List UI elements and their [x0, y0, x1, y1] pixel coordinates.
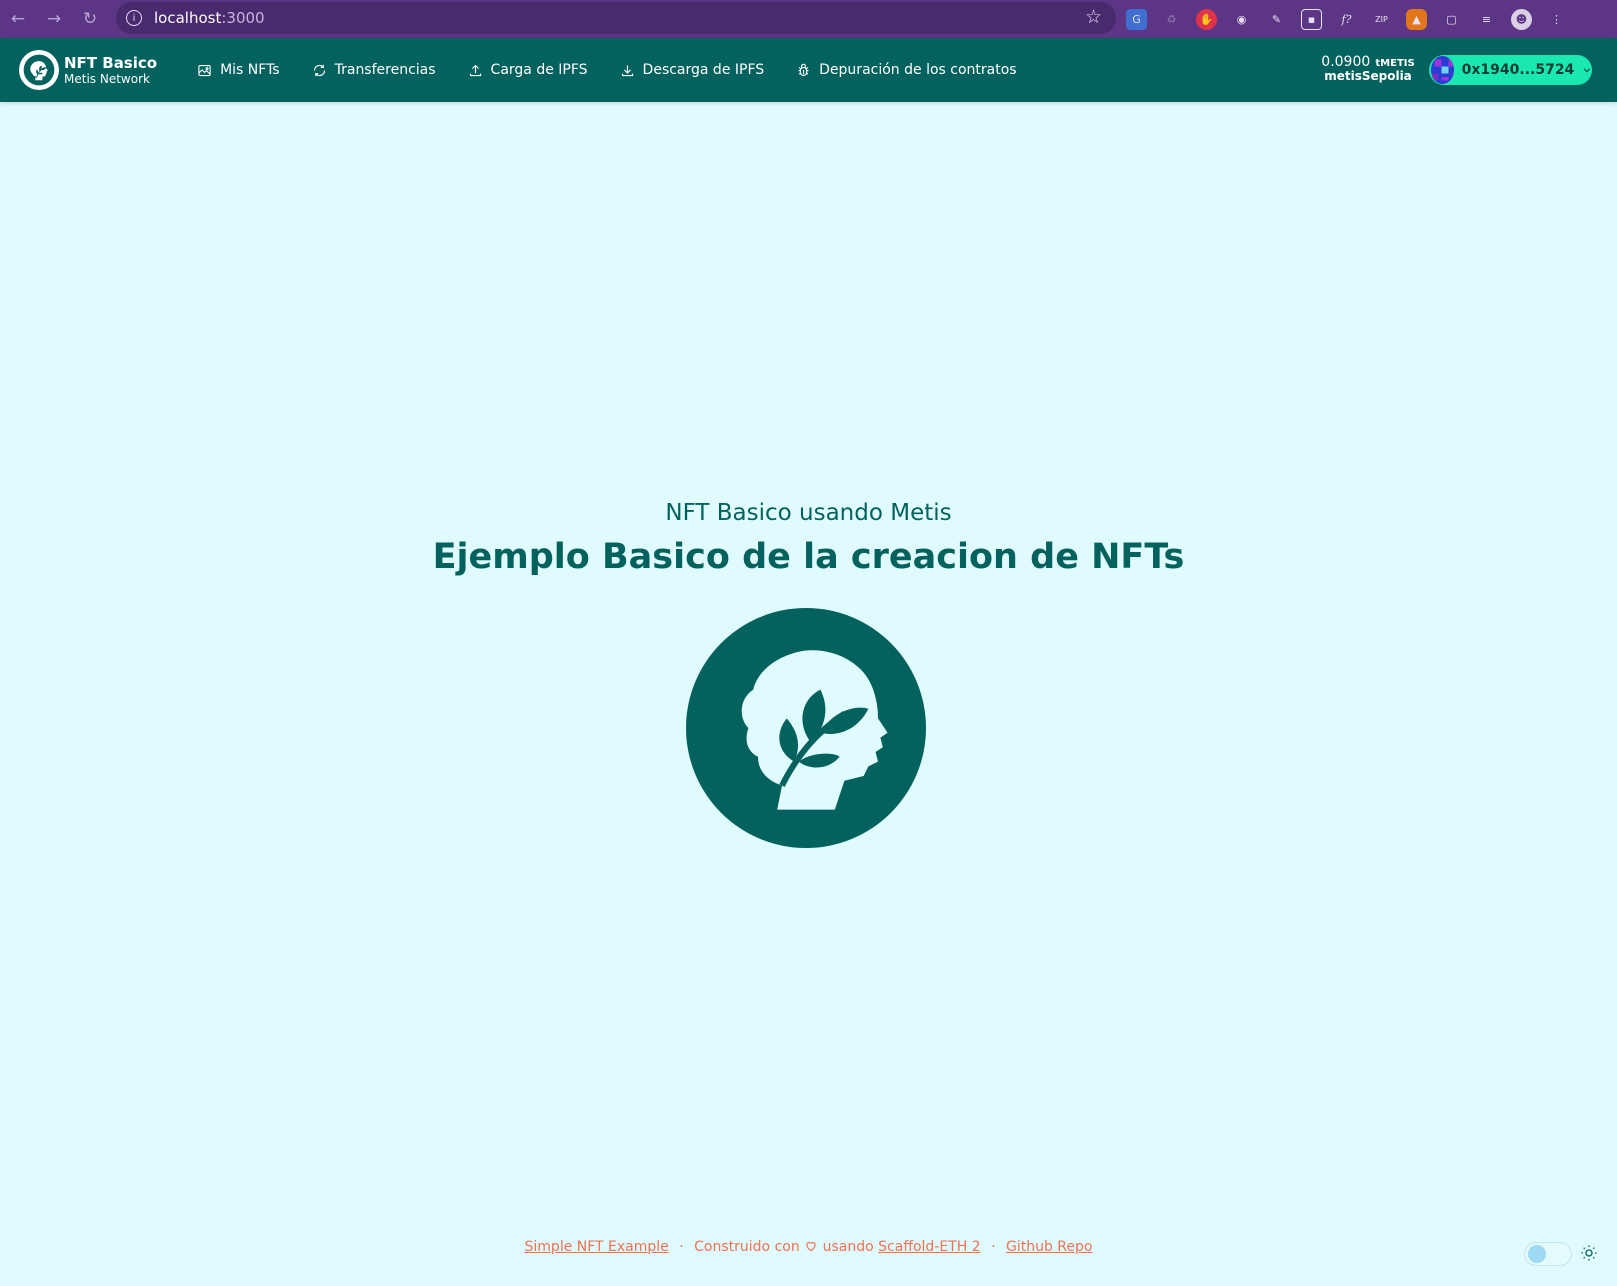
- zip-icon[interactable]: ZIP: [1371, 9, 1392, 30]
- brand-logo-icon: [19, 50, 59, 90]
- refresh-icon: [313, 64, 325, 76]
- toggle-knob: [1528, 1245, 1546, 1263]
- wallet-balance: 0.0900 tMETIS metisSepolia: [1318, 52, 1418, 84]
- metamask-icon[interactable]: ▲: [1406, 8, 1427, 30]
- brand-subtitle: Metis Network: [64, 71, 150, 86]
- formula-icon[interactable]: f?: [1336, 9, 1357, 30]
- recycle-icon[interactable]: ♻: [1161, 9, 1182, 30]
- extensions-bar: G ♻ ✋ ◉ ✎ ▪ f? ZIP ▲ ▢ ≡ ☻ ⋮: [1126, 0, 1567, 38]
- nav-label: Depuración de los contratos: [819, 62, 1017, 78]
- brand-title: NFT Basico: [64, 53, 158, 72]
- balance-amount: 0.0900: [1321, 54, 1371, 70]
- nav-label: Mis NFTs: [220, 62, 280, 78]
- download-icon: [621, 65, 633, 76]
- nav-depuracion-contratos[interactable]: Depuración de los contratos: [780, 54, 1032, 86]
- footer: Simple NFT Example · Construido con usan…: [0, 1239, 1617, 1255]
- reading-list-icon[interactable]: ≡: [1476, 9, 1497, 30]
- github-repo-link[interactable]: Github Repo: [1006, 1239, 1092, 1255]
- stop-icon[interactable]: ✋: [1196, 8, 1217, 30]
- url-port: :3000: [221, 9, 265, 27]
- pen-icon[interactable]: ✎: [1266, 9, 1287, 30]
- simple-nft-example-link[interactable]: Simple NFT Example: [525, 1239, 669, 1255]
- metis-logo-icon: [686, 608, 926, 848]
- brand[interactable]: NFT Basico Metis Network: [19, 50, 157, 90]
- heart-icon: [806, 1242, 816, 1252]
- network-name: metisSepolia: [1324, 69, 1412, 84]
- url-host: localhost: [154, 9, 222, 27]
- using-text: usando: [822, 1239, 874, 1255]
- camera-icon[interactable]: ◉: [1231, 9, 1252, 30]
- upload-icon: [469, 64, 481, 76]
- address-bar[interactable]: i localhost:3000 ☆: [116, 2, 1116, 34]
- puzzle-icon[interactable]: ▢: [1441, 9, 1462, 30]
- scaffold-eth-link[interactable]: Scaffold-ETH 2: [878, 1239, 980, 1255]
- main-nav: Mis NFTs Transferencias Carga de IPFS De…: [181, 54, 1033, 86]
- hero-section: NFT Basico usando Metis Ejemplo Basico d…: [0, 102, 1617, 1242]
- nav-mis-nfts[interactable]: Mis NFTs: [181, 54, 296, 86]
- forward-icon[interactable]: →: [36, 0, 72, 38]
- hero-subtitle: NFT Basico usando Metis: [665, 500, 952, 526]
- star-icon[interactable]: ☆: [1085, 6, 1102, 28]
- footer-separator: ·: [679, 1239, 684, 1255]
- back-icon[interactable]: ←: [0, 0, 36, 38]
- balance-unit: tMETIS: [1375, 58, 1415, 69]
- sun-icon: [1581, 1245, 1597, 1261]
- wallet-button[interactable]: 0x1940...5724: [1429, 55, 1592, 85]
- theme-toggle[interactable]: [1524, 1242, 1572, 1266]
- bug-icon: [798, 63, 809, 76]
- nav-label: Carga de IPFS: [490, 62, 588, 78]
- hero-title: Ejemplo Basico de la creacion de NFTs: [432, 537, 1185, 577]
- nav-transferencias[interactable]: Transferencias: [296, 54, 452, 86]
- nav-label: Transferencias: [334, 62, 436, 78]
- built-with-text: Construido con: [694, 1239, 800, 1255]
- image-icon: [198, 64, 211, 76]
- info-icon[interactable]: i: [126, 10, 142, 26]
- nav-label: Descarga de IPFS: [642, 62, 765, 78]
- menu-icon[interactable]: ⋮: [1546, 9, 1567, 30]
- app-header: NFT Basico Metis Network Mis NFTs Transf…: [0, 38, 1617, 102]
- nav-carga-ipfs[interactable]: Carga de IPFS: [452, 54, 604, 86]
- wallet-address: 0x1940...5724: [1461, 62, 1575, 78]
- avatar: [1431, 56, 1454, 84]
- reload-icon[interactable]: ↻: [72, 0, 108, 38]
- chevron-down-icon: [1583, 68, 1591, 73]
- browser-toolbar: ← → ↻ i localhost:3000 ☆ G ♻ ✋ ◉ ✎ ▪ f? …: [0, 0, 1617, 38]
- picture-in-picture-icon[interactable]: ▪: [1301, 8, 1322, 30]
- profile-icon[interactable]: ☻: [1511, 8, 1532, 30]
- translate-icon[interactable]: G: [1126, 8, 1147, 30]
- footer-separator: ·: [991, 1239, 996, 1255]
- nav-descarga-ipfs[interactable]: Descarga de IPFS: [604, 54, 781, 86]
